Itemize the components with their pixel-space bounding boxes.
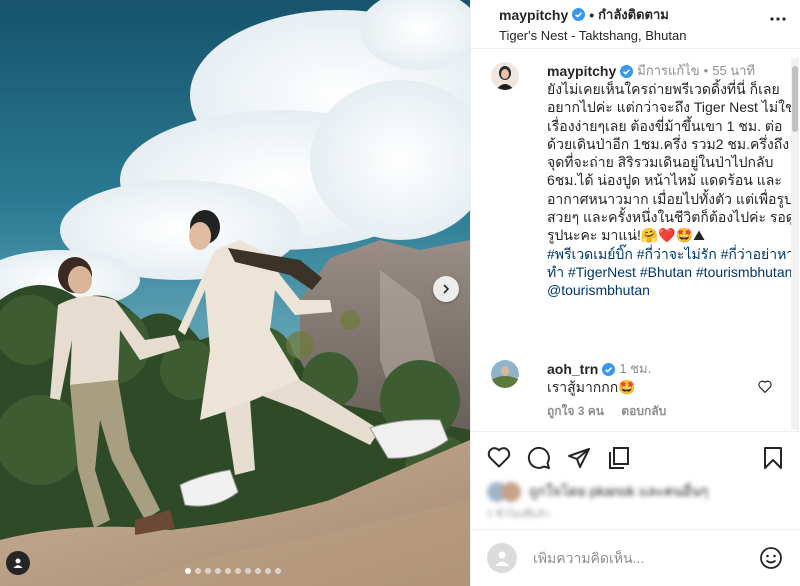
post-author-username[interactable]: maypitchy	[499, 7, 568, 23]
post-location[interactable]: Tiger's Nest - Taktshang, Bhutan	[499, 28, 800, 43]
verified-badge-icon	[572, 8, 586, 21]
share-button[interactable]	[567, 446, 591, 475]
caption-username[interactable]: maypitchy	[547, 62, 616, 80]
commenter-avatar[interactable]	[491, 360, 519, 388]
carousel-dot	[215, 568, 221, 574]
hashtag-link[interactable]: #TigerNest	[568, 264, 636, 280]
multiple-pages-icon	[609, 447, 629, 469]
comment-bubble-icon	[527, 446, 550, 469]
current-user-avatar	[487, 543, 517, 573]
carousel-view-button[interactable]	[607, 446, 631, 475]
user-silhouette-icon	[495, 551, 509, 566]
bookmark-icon	[764, 447, 782, 469]
separator-dot: •	[703, 63, 709, 78]
comment-input[interactable]	[533, 550, 743, 566]
post-details-panel: maypitchy • กำลังติดตาม Tiger's Nest - T…	[470, 0, 800, 586]
photo-scene	[0, 0, 470, 586]
post-actions-bar	[471, 431, 800, 485]
comments-scrollbar[interactable]	[791, 58, 799, 430]
separator-dot: •	[589, 6, 595, 23]
more-dots-icon	[770, 17, 786, 21]
avatar-image	[491, 62, 519, 90]
likes-summary: ถูกใจโดย pkanok และคนอื่นๆ 1 ชั่วโมงที่แ…	[487, 481, 787, 522]
carousel-dot	[185, 568, 191, 574]
comment-button[interactable]	[527, 446, 551, 475]
like-button[interactable]	[487, 446, 511, 473]
hashtag-link[interactable]: #Bhutan	[640, 264, 692, 280]
caption: maypitchy มีการแก้ไข • 55 นาที ยังไม่เคย…	[491, 62, 795, 300]
paper-plane-icon	[568, 448, 590, 468]
reply-button[interactable]: ตอบกลับ	[621, 404, 666, 418]
carousel-dot	[245, 568, 251, 574]
carousel-dot	[205, 568, 211, 574]
carousel-dot	[225, 568, 231, 574]
comment-time[interactable]: 1 ชม.	[619, 360, 651, 378]
follow-status-button[interactable]: กำลังติดตาม	[598, 4, 669, 25]
carousel-dot	[195, 568, 201, 574]
carousel-dots	[185, 568, 281, 574]
post-header: maypitchy • กำลังติดตาม Tiger's Nest - T…	[471, 0, 800, 49]
caption-text: ยังไม่เคยเห็นใครถ่ายพรีเวดดิ้งที่นี่ ก็เ…	[547, 81, 795, 244]
save-button[interactable]	[763, 446, 783, 475]
add-comment-bar	[471, 529, 800, 586]
hashtag-link[interactable]: #พรีเวดเมย์บิ๊ก	[547, 246, 633, 262]
author-avatar[interactable]	[491, 62, 519, 90]
comment-likes-count[interactable]: ถูกใจ 3 คน	[547, 404, 604, 418]
liker-avatar[interactable]	[501, 482, 521, 502]
user-icon	[13, 558, 23, 568]
verified-badge-icon	[620, 64, 634, 78]
hashtag-link[interactable]: #tourismbhutan	[696, 264, 793, 280]
smiley-icon	[760, 547, 782, 569]
emoji-picker-button[interactable]	[759, 546, 783, 575]
next-photo-button[interactable]	[433, 276, 459, 302]
more-options-button[interactable]	[770, 8, 786, 26]
like-comment-button[interactable]	[758, 380, 772, 398]
carousel-dot	[265, 568, 271, 574]
caption-time[interactable]: 55 นาที	[712, 62, 755, 80]
chevron-right-icon	[443, 284, 450, 294]
liked-by-text[interactable]: ถูกใจโดย pkanok และคนอื่นๆ	[529, 481, 708, 503]
verified-badge-icon	[602, 362, 616, 376]
edited-label: มีการแก้ไข	[637, 63, 700, 78]
comment-text: เราสู้มากกก🤩	[547, 379, 636, 395]
hashtag-link[interactable]: @tourismbhutan	[547, 282, 650, 298]
avatar-image	[491, 360, 519, 388]
commenter-username[interactable]: aoh_trn	[547, 360, 598, 378]
comments-section: maypitchy มีการแก้ไข • 55 นาที ยังไม่เคย…	[471, 50, 800, 430]
hashtag-link[interactable]: #กี่ว่าจะไม่รัก	[637, 246, 717, 262]
caption-hashtags: #พรีเวดเมย์บิ๊ก #กี่ว่าจะไม่รัก #กี่ว่าอ…	[547, 245, 795, 300]
carousel-dot	[275, 568, 281, 574]
carousel-dot	[235, 568, 241, 574]
carousel-dot	[255, 568, 261, 574]
heart-icon	[758, 380, 772, 394]
comment-item: aoh_trn 1 ชม. เราสู้มากกก🤩 ถูกใจ 3 คน ตอ…	[491, 360, 791, 420]
heart-icon	[487, 447, 511, 468]
instagram-post-window: maypitchy • กำลังติดตาม Tiger's Nest - T…	[0, 0, 800, 586]
post-time: 1 ชั่วโมงที่แล้ว	[487, 509, 550, 520]
post-photo[interactable]	[0, 0, 470, 586]
tagged-users-button[interactable]	[6, 551, 30, 575]
scrollbar-thumb[interactable]	[792, 66, 798, 132]
